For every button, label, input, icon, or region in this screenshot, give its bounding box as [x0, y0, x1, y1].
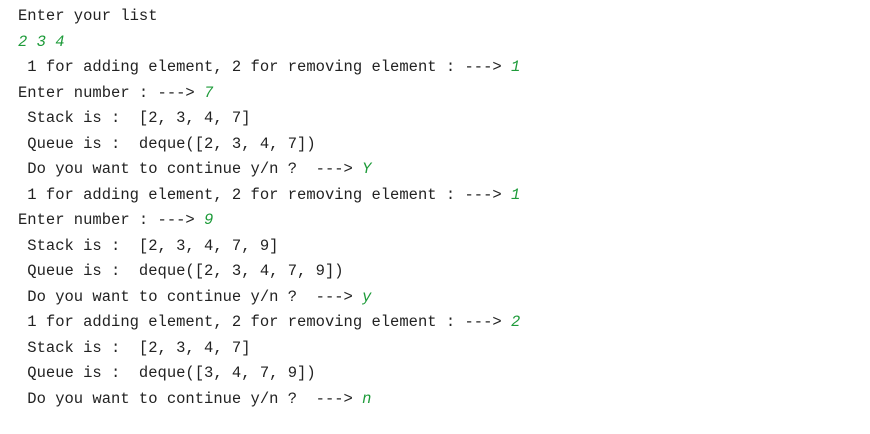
output-text: Do you want to continue y/n ? ---> [18, 389, 363, 408]
console-line: 2 3 4 [18, 30, 858, 56]
user-input: n [362, 389, 372, 408]
user-input: 7 [204, 83, 214, 102]
console-line: Queue is : deque([2, 3, 4, 7, 9]) [18, 259, 858, 285]
console-line: Stack is : [2, 3, 4, 7] [18, 106, 858, 132]
console-line: 1 for adding element, 2 for removing ele… [18, 55, 858, 81]
output-text: Stack is : [2, 3, 4, 7] [18, 338, 251, 357]
console-line: Stack is : [2, 3, 4, 7, 9] [18, 234, 858, 260]
user-input: Y [362, 160, 372, 178]
output-text: 1 for adding element, 2 for removing ele… [18, 185, 511, 204]
console-line: Do you want to continue y/n ? ---> Y [18, 157, 858, 183]
console-line: Queue is : deque([2, 3, 4, 7]) [18, 132, 858, 158]
user-input: 2 [510, 313, 521, 331]
output-text: 1 for adding element, 2 for removing ele… [18, 58, 511, 76]
user-input: 1 [510, 185, 521, 204]
output-text: Queue is : deque([2, 3, 4, 7]) [18, 134, 316, 153]
console-line: Queue is : deque([3, 4, 7, 9]) [18, 361, 858, 387]
console-output: Enter your list 2 3 4 1 for adding eleme… [18, 4, 858, 412]
output-text: Enter number : ---> [18, 211, 205, 229]
user-input: y [362, 287, 372, 306]
output-text: Do you want to continue y/n ? ---> [18, 160, 363, 178]
console-line: 1 for adding element, 2 for removing ele… [18, 183, 858, 209]
output-text: Queue is : deque([3, 4, 7, 9]) [18, 364, 316, 382]
output-text: 1 for adding element, 2 for removing ele… [18, 313, 511, 331]
output-text: Queue is : deque([2, 3, 4, 7, 9]) [18, 262, 344, 280]
console-line: Enter number : ---> 7 [18, 81, 858, 107]
console-line: Do you want to continue y/n ? ---> y [18, 285, 858, 311]
console-line: 1 for adding element, 2 for removing ele… [18, 310, 858, 336]
output-text: Enter your list [18, 7, 158, 25]
console-line: Enter your list [18, 4, 858, 30]
output-text: Do you want to continue y/n ? ---> [18, 287, 363, 306]
output-text: Stack is : [2, 3, 4, 7] [18, 109, 251, 127]
console-line: Stack is : [2, 3, 4, 7] [18, 336, 858, 362]
user-input: 1 [510, 58, 521, 76]
user-input: 2 3 4 [18, 32, 65, 51]
console-line: Enter number : ---> 9 [18, 208, 858, 234]
console-line: Do you want to continue y/n ? ---> n [18, 387, 858, 413]
user-input: 9 [204, 211, 214, 229]
output-text: Enter number : ---> [18, 83, 205, 102]
output-text: Stack is : [2, 3, 4, 7, 9] [18, 236, 279, 255]
